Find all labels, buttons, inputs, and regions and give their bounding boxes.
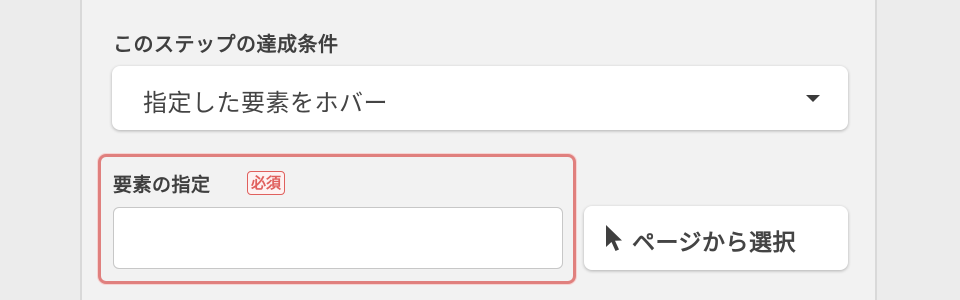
cursor-pointer-icon bbox=[606, 225, 622, 251]
step-condition-label: このステップの達成条件 bbox=[113, 32, 339, 56]
element-field-label: 要素の指定 bbox=[113, 174, 211, 196]
step-condition-selected-value: 指定した要素をホバー bbox=[143, 89, 388, 117]
required-badge: 必須 bbox=[247, 171, 286, 195]
chevron-down-icon bbox=[806, 95, 820, 102]
element-selector-input[interactable] bbox=[113, 207, 563, 269]
step-condition-select[interactable]: 指定した要素をホバー bbox=[112, 66, 848, 130]
select-from-page-label: ページから選択 bbox=[632, 230, 797, 256]
select-from-page-button[interactable]: ページから選択 bbox=[584, 206, 848, 270]
